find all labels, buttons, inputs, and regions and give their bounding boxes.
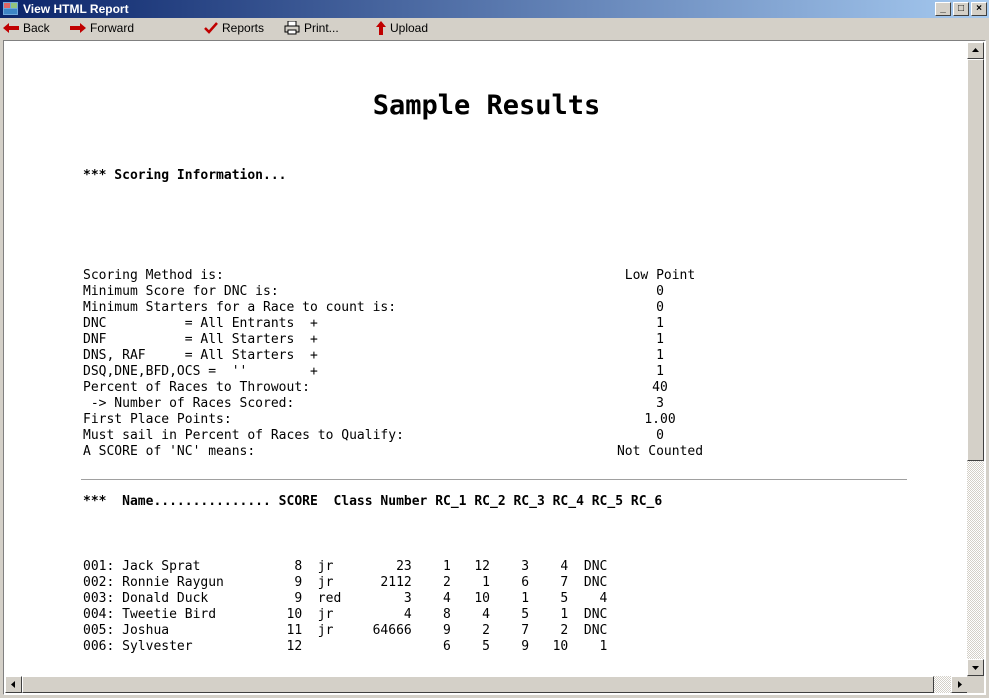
scoring-value: 1 (656, 348, 664, 363)
window-title: View HTML Report (23, 2, 129, 16)
back-button[interactable]: Back (3, 20, 50, 36)
horizontal-scrollbar[interactable] (5, 676, 968, 693)
scroll-left-icon (11, 681, 15, 688)
scroll-right-icon (958, 681, 962, 688)
close-button[interactable]: × (971, 2, 987, 16)
scoring-label: Minimum Starters for a Race to count is: (83, 300, 397, 315)
scoring-value: 1 (656, 316, 664, 331)
report-frame: Sample Results *** Scoring Information..… (3, 40, 986, 695)
upload-button[interactable]: Upload (376, 20, 428, 36)
reports-label: Reports (222, 21, 265, 35)
vertical-scroll-thumb[interactable] (967, 59, 984, 461)
scoring-header: *** Scoring Information... (83, 168, 287, 183)
scoring-label: First Place Points: (83, 412, 232, 427)
minimize-icon: _ (940, 3, 946, 14)
app-icon (3, 2, 18, 15)
scroll-up-icon (972, 48, 979, 52)
scoring-label: DNS, RAF = All Starters + (83, 348, 318, 363)
report-window: View HTML Report _ □ × Back Forward Repo… (0, 0, 989, 698)
scoring-label: Scoring Method is: (83, 268, 224, 283)
maximize-icon: □ (957, 3, 965, 14)
back-label: Back (23, 21, 50, 35)
scoring-label: -> Number of Races Scored: (83, 396, 295, 411)
scoring-label: DSQ,DNE,BFD,OCS = '' + (83, 364, 318, 379)
scroll-corner (967, 676, 984, 693)
scoring-value: 0 (656, 284, 664, 299)
report-title: Sample Results (372, 90, 601, 121)
scoring-label: DNC = All Entrants + (83, 316, 318, 331)
print-label: Print... (304, 21, 339, 35)
title-bar: View HTML Report _ □ × (0, 0, 989, 18)
forward-label: Forward (90, 21, 135, 35)
result-row: 005: Joshua 11 jr 64666 9 2 7 2 DNC (83, 623, 608, 638)
scoring-label: Percent of Races to Throwout: (83, 380, 310, 395)
scoring-label: Must sail in Percent of Races to Qualify… (83, 428, 404, 443)
result-row: 003: Donald Duck 9 red 3 4 10 1 5 4 (83, 591, 608, 606)
result-row: 002: Ronnie Raygun 9 jr 2112 2 1 6 7 DNC (83, 575, 608, 590)
scoring-value: 0 (656, 428, 664, 443)
scroll-left-button[interactable] (5, 676, 22, 693)
result-row: 004: Tweetie Bird 10 jr 4 8 4 5 1 DNC (83, 607, 608, 622)
printer-icon (284, 21, 300, 35)
report-content: Sample Results *** Scoring Information..… (5, 42, 968, 676)
scoring-label: Minimum Score for DNC is: (83, 284, 279, 299)
vertical-scrollbar[interactable] (967, 42, 984, 676)
maximize-button[interactable]: □ (953, 2, 969, 16)
scoring-value: 1 (656, 332, 664, 347)
scoring-value: 1 (656, 364, 664, 379)
scoring-value: 0 (656, 300, 664, 315)
horizontal-scroll-thumb[interactable] (22, 676, 934, 693)
back-arrow-icon (3, 23, 19, 33)
scoring-value: Not Counted (616, 444, 704, 459)
result-row: 006: Sylvester 12 6 5 9 10 1 (83, 639, 608, 654)
scoring-value: 1.00 (644, 412, 676, 427)
scroll-down-icon (972, 666, 979, 670)
scroll-up-button[interactable] (967, 42, 984, 59)
upload-arrow-icon (376, 21, 386, 35)
print-button[interactable]: Print... (284, 20, 339, 36)
forward-arrow-icon (70, 23, 86, 33)
upload-label: Upload (390, 21, 429, 35)
scoring-label: DNF = All Starters + (83, 332, 318, 347)
scoring-value: 40 (652, 380, 668, 395)
toolbar: Back Forward Reports Print... Upload (0, 18, 989, 38)
scroll-right-button[interactable] (951, 676, 968, 693)
scoring-label: A SCORE of 'NC' means: (83, 444, 256, 459)
scroll-down-button[interactable] (967, 659, 984, 676)
forward-button[interactable]: Forward (70, 20, 134, 36)
close-icon: × (976, 3, 982, 14)
result-row: 001: Jack Sprat 8 jr 23 1 12 3 4 DNC (83, 559, 608, 574)
minimize-button[interactable]: _ (935, 2, 951, 16)
reports-button[interactable]: Reports (204, 20, 264, 36)
scoring-value: 3 (656, 396, 664, 411)
checkmark-icon (204, 22, 218, 34)
scoring-value: Low Point (624, 268, 696, 283)
results-header: *** Name............... SCORE Class Numb… (83, 494, 663, 509)
section-divider (81, 479, 907, 481)
